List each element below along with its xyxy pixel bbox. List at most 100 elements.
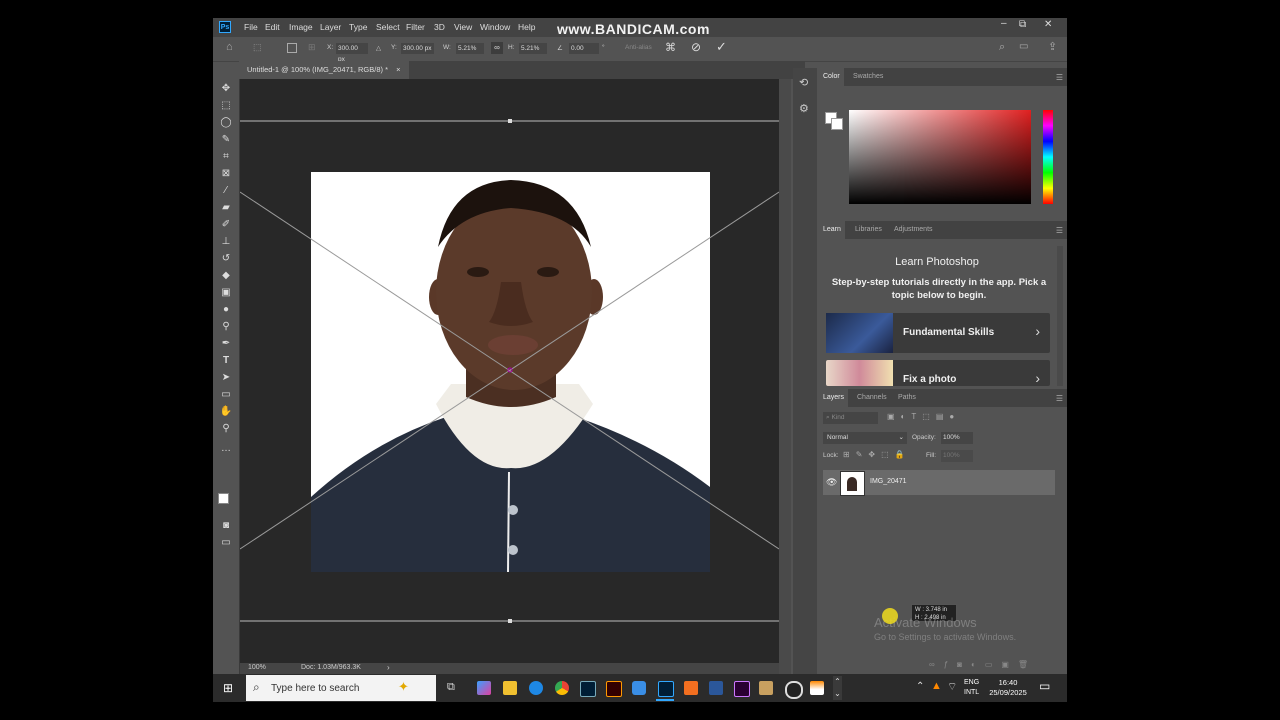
layer-row[interactable]: 👁 IMG_20471 xyxy=(823,470,1055,496)
layer-actions-icons[interactable]: ∞ƒ◙◐▭▣🗑 xyxy=(929,660,1037,669)
share-icon[interactable]: ⇪ xyxy=(1048,40,1057,53)
tab-libraries[interactable]: Libraries xyxy=(851,221,886,239)
reference-point-icon[interactable]: ⊞ xyxy=(308,42,316,53)
home-icon[interactable]: ⌂ xyxy=(226,41,233,53)
menu-select[interactable]: Select xyxy=(376,22,400,32)
network-icon[interactable]: ⌔ xyxy=(947,680,957,694)
marquee-tool-icon[interactable]: ⬚ xyxy=(219,99,233,113)
lightroom-icon[interactable] xyxy=(580,681,596,697)
eyedropper-tool-icon[interactable]: ⁄ xyxy=(219,184,233,198)
menu-view[interactable]: View xyxy=(454,22,472,32)
zoom-level[interactable]: 100% xyxy=(248,664,266,671)
office-icon[interactable] xyxy=(684,681,698,695)
eye-icon[interactable]: 👁 xyxy=(826,477,837,488)
h-field[interactable]: 5.21% xyxy=(519,43,547,54)
windows-start-icon[interactable]: ⊞ xyxy=(223,681,233,695)
cancel-transform-icon[interactable]: ⊘ xyxy=(691,40,701,54)
more-tools-icon[interactable]: … xyxy=(219,442,233,456)
menu-window[interactable]: Window xyxy=(480,22,510,32)
edge-icon[interactable] xyxy=(529,681,543,695)
menu-filter[interactable]: Filter xyxy=(406,22,425,32)
file-explorer-icon[interactable] xyxy=(503,681,517,695)
properties-panel-icon[interactable]: ⚙ xyxy=(799,102,809,115)
y-field[interactable]: 300.00 px xyxy=(401,43,434,54)
path-selection-tool-icon[interactable]: ➤ xyxy=(219,371,233,385)
tab-learn[interactable]: Learn xyxy=(819,221,845,239)
clock[interactable]: 16:40 25/09/2025 xyxy=(988,678,1028,698)
taskbar-scroll-icon[interactable]: ⌃ ⌄ xyxy=(833,676,842,700)
taskbar-search[interactable]: ⌕ Type here to search ✦ xyxy=(246,675,436,701)
workspace-icon[interactable]: ▭ xyxy=(1019,41,1028,52)
notification-icon[interactable]: ▭ xyxy=(1039,679,1050,693)
tab-swatches[interactable]: Swatches xyxy=(849,68,887,86)
lock-icons[interactable]: ⊞✎✥⬚🔒 xyxy=(843,450,911,459)
gradient-tool-icon[interactable]: ▣ xyxy=(219,286,233,300)
tab-channels[interactable]: Channels xyxy=(853,389,891,407)
foreground-color-swatch[interactable] xyxy=(218,493,229,504)
screen-mode-icon[interactable]: ▭ xyxy=(219,536,233,550)
angle-field[interactable]: 0.00 xyxy=(569,43,599,54)
healing-brush-tool-icon[interactable]: ▰ xyxy=(219,201,233,215)
close-window-button[interactable]: ✕ xyxy=(1044,19,1052,30)
menu-file[interactable]: File xyxy=(244,22,258,32)
panel-menu-icon[interactable]: ☰ xyxy=(1056,226,1063,235)
menu-help[interactable]: Help xyxy=(518,22,535,32)
illustrator-icon[interactable] xyxy=(606,681,622,697)
layer-kind-filter[interactable]: ⌕ Kind xyxy=(823,412,878,424)
layer-filter-icons[interactable]: ▣◐T⬚▤● xyxy=(887,412,960,421)
status-arrow-icon[interactable]: › xyxy=(387,663,390,672)
premiere-icon[interactable] xyxy=(734,681,750,697)
crop-tool-icon[interactable]: ⌗ xyxy=(219,150,233,164)
media-icon[interactable] xyxy=(759,681,773,695)
card-fix-a-photo[interactable]: Fix a photo › xyxy=(826,360,1050,386)
pen-tool-icon[interactable]: ✒ xyxy=(219,337,233,351)
language-indicator[interactable]: ENG INTL xyxy=(964,678,979,698)
x-field[interactable]: 300.00 px xyxy=(336,43,368,63)
reference-point-checkbox[interactable] xyxy=(287,43,297,53)
dodge-tool-icon[interactable]: ⚲ xyxy=(219,320,233,334)
menu-image[interactable]: Image xyxy=(289,22,313,32)
vlc-tray-icon[interactable]: ▲ xyxy=(931,680,942,692)
learn-scrollbar[interactable] xyxy=(1057,246,1063,386)
close-tab-icon[interactable]: × xyxy=(396,65,400,74)
tab-color[interactable]: Color xyxy=(819,68,844,86)
commit-transform-icon[interactable]: ✓ xyxy=(716,39,727,55)
history-panel-icon[interactable]: ⟲ xyxy=(799,76,808,89)
quick-mask-icon[interactable]: ◙ xyxy=(219,519,233,533)
menu-3d[interactable]: 3D xyxy=(434,22,445,32)
fill-field[interactable]: 100% xyxy=(941,450,973,462)
search-icon[interactable]: ⌕ xyxy=(999,41,1005,54)
zoom-tool-icon[interactable]: ⚲ xyxy=(219,422,233,436)
move-tool-icon[interactable]: ✥ xyxy=(219,82,233,96)
eraser-tool-icon[interactable]: ◆ xyxy=(219,269,233,283)
w-field[interactable]: 5.21% xyxy=(456,43,484,54)
type-tool-icon[interactable]: T xyxy=(219,354,233,368)
lasso-tool-icon[interactable]: ◯ xyxy=(219,116,233,130)
menu-type[interactable]: Type xyxy=(349,22,367,32)
canvas-area[interactable] xyxy=(240,79,779,663)
interpolation-label[interactable]: Anti-alias xyxy=(625,44,652,51)
tab-adjustments[interactable]: Adjustments xyxy=(890,221,937,239)
word-icon[interactable] xyxy=(709,681,723,695)
blend-mode-select[interactable]: Normal ⌄ xyxy=(823,432,907,444)
clone-stamp-tool-icon[interactable]: ⊥ xyxy=(219,235,233,249)
task-view-icon[interactable]: ⧉ xyxy=(447,681,455,694)
hue-slider[interactable] xyxy=(1043,110,1053,204)
restore-button[interactable]: ⧉ xyxy=(1019,19,1026,30)
bandicam-icon[interactable] xyxy=(785,681,803,699)
chrome-icon[interactable] xyxy=(555,681,569,695)
photoshop-taskbar-icon[interactable] xyxy=(658,681,674,697)
link-icon[interactable]: ∞ xyxy=(491,42,503,54)
panel-menu-icon[interactable]: ☰ xyxy=(1056,394,1063,403)
tray-chevron-icon[interactable]: ⌃ xyxy=(916,681,924,692)
history-brush-tool-icon[interactable]: ↺ xyxy=(219,252,233,266)
hand-tool-icon[interactable]: ✋ xyxy=(219,405,233,419)
warp-icon[interactable]: ⌘ xyxy=(665,41,676,54)
menu-layer[interactable]: Layer xyxy=(320,22,341,32)
card-fundamental-skills[interactable]: Fundamental Skills › xyxy=(826,313,1050,353)
vlc-icon[interactable] xyxy=(810,681,824,695)
photos-icon[interactable] xyxy=(632,681,646,695)
blur-tool-icon[interactable]: ● xyxy=(219,303,233,317)
opacity-field[interactable]: 100% xyxy=(941,432,973,444)
tab-paths[interactable]: Paths xyxy=(894,389,920,407)
